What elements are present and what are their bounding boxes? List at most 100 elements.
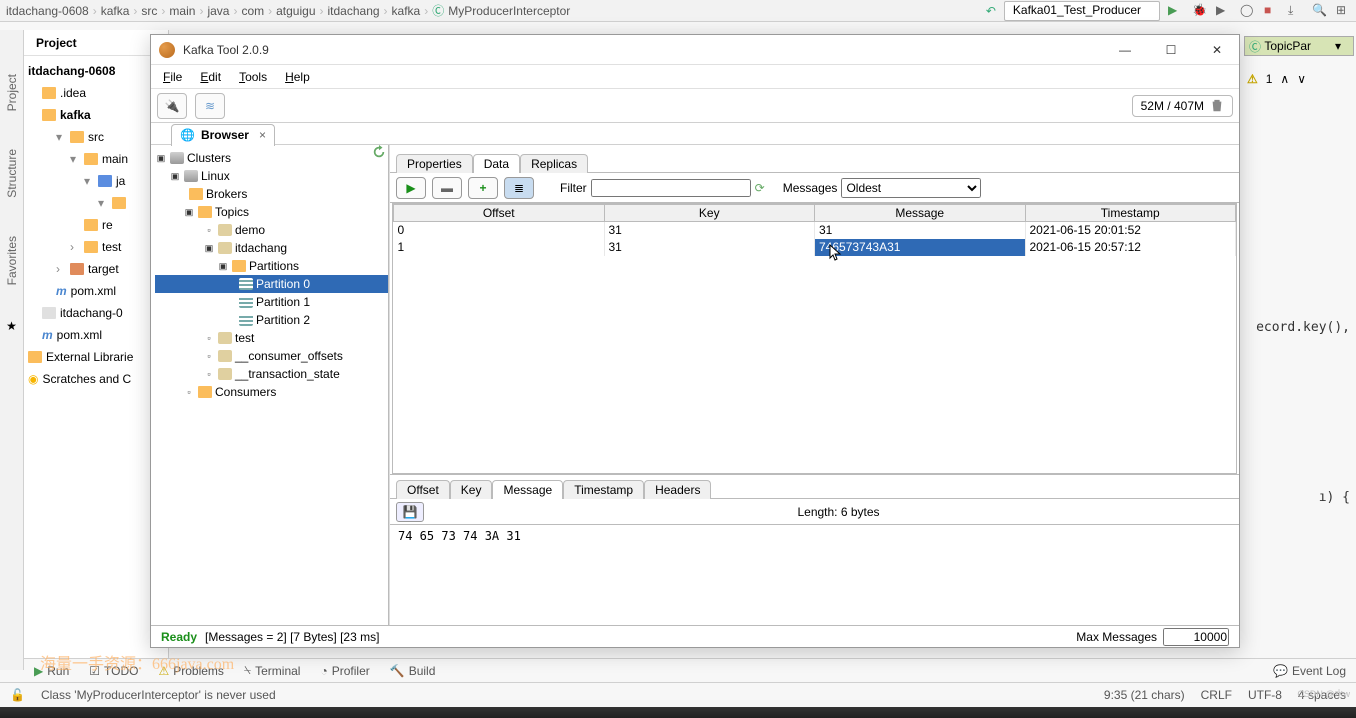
event-log[interactable]: 💬Event Log xyxy=(1273,664,1346,678)
run-icon[interactable]: ▶ xyxy=(1168,3,1184,19)
next-highlight-icon[interactable]: ∨ xyxy=(1297,72,1306,86)
tree-item-iml[interactable]: itdachang-0 xyxy=(60,306,123,320)
minimize-button[interactable]: — xyxy=(1111,43,1139,57)
structure-tab[interactable]: Structure xyxy=(3,145,21,202)
pause-button[interactable]: ▬ xyxy=(432,177,462,199)
tree-item-test[interactable]: test xyxy=(102,240,121,254)
profiler-tool[interactable]: ◔Profiler xyxy=(320,664,369,678)
line-sep[interactable]: CRLF xyxy=(1201,688,1232,702)
tree-item-main[interactable]: main xyxy=(102,152,128,166)
tree-item-idea[interactable]: .idea xyxy=(60,86,86,100)
back-icon[interactable]: ↶ xyxy=(986,4,996,18)
tree-consumers[interactable]: Consumers xyxy=(215,385,276,399)
filter-apply-icon[interactable]: ⟳ xyxy=(755,181,765,195)
folder-icon xyxy=(112,197,126,209)
tab-replicas[interactable]: Replicas xyxy=(520,154,588,173)
col-message[interactable]: Message xyxy=(815,205,1026,222)
tab-properties[interactable]: Properties xyxy=(396,154,473,173)
prev-highlight-icon[interactable]: ∧ xyxy=(1280,72,1289,86)
col-timestamp[interactable]: Timestamp xyxy=(1025,205,1236,222)
project-header[interactable]: Project ▾ xyxy=(24,30,168,56)
lock-icon[interactable]: 🔓 xyxy=(10,688,25,702)
profile-icon[interactable]: ◯ xyxy=(1240,3,1256,19)
tree-topics[interactable]: Topics xyxy=(215,205,249,219)
project-root[interactable]: itdachang-0608 xyxy=(28,64,115,78)
inspection-widget[interactable]: ⚠1 ∧ ∨ xyxy=(1247,72,1306,86)
terminal-tool[interactable]: ⍀Terminal xyxy=(244,663,301,678)
tree-item-pom-root[interactable]: pom.xml xyxy=(57,328,102,342)
tree-partition-2[interactable]: Partition 2 xyxy=(155,311,388,329)
tree-partition-0[interactable]: Partition 0 xyxy=(155,275,388,293)
tree-linux[interactable]: Linux xyxy=(201,169,230,183)
tree-topic-transaction-state[interactable]: __transaction_state xyxy=(235,367,340,381)
refresh-icon[interactable] xyxy=(372,145,386,159)
tree-brokers[interactable]: Brokers xyxy=(206,187,247,201)
script-button[interactable]: ≋ xyxy=(195,93,225,119)
caret-position[interactable]: 9:35 (21 chars) xyxy=(1104,688,1185,702)
editor-tab-topicpartition[interactable]: Ⓒ TopicPar ▾ xyxy=(1244,36,1354,56)
menu-edit[interactable]: Edit xyxy=(192,68,229,86)
detail-tab-key[interactable]: Key xyxy=(450,480,493,499)
topic-icon xyxy=(218,350,232,362)
build-tool[interactable]: 🔨Build xyxy=(390,664,436,678)
tree-topic-demo[interactable]: demo xyxy=(235,223,265,237)
topic-icon xyxy=(218,368,232,380)
taskbar[interactable] xyxy=(0,707,1356,718)
tree-item-external-libraries[interactable]: External Librarie xyxy=(46,350,133,364)
messages-select[interactable]: Oldest xyxy=(841,178,981,198)
menu-tools[interactable]: Tools xyxy=(231,68,275,86)
messages-table[interactable]: Offset Key Message Timestamp 031312021-0… xyxy=(392,203,1237,474)
tree-item-target[interactable]: target xyxy=(88,262,119,276)
save-button[interactable]: 💾 xyxy=(396,502,424,522)
settings-icon[interactable]: ⊞ xyxy=(1336,3,1352,19)
max-messages-input[interactable] xyxy=(1163,628,1229,646)
favorites-tab[interactable]: Favorites xyxy=(3,232,21,289)
tree-partitions[interactable]: Partitions xyxy=(249,259,299,273)
close-tab-icon[interactable]: × xyxy=(259,128,266,142)
tree-item-pom[interactable]: pom.xml xyxy=(71,284,116,298)
bookmark-icon[interactable]: ★ xyxy=(6,319,17,333)
project-tab[interactable]: Project xyxy=(3,70,21,115)
maximize-button[interactable]: ☐ xyxy=(1157,43,1185,57)
close-button[interactable]: ✕ xyxy=(1203,43,1231,57)
tree-item-kafka[interactable]: kafka xyxy=(60,108,91,122)
detail-tab-headers[interactable]: Headers xyxy=(644,480,711,499)
tree-topic-consumer-offsets[interactable]: __consumer_offsets xyxy=(235,349,343,363)
stop-icon[interactable]: ■ xyxy=(1264,3,1280,19)
tree-clusters[interactable]: Clusters xyxy=(187,151,231,165)
tree-item-resources[interactable]: re xyxy=(102,218,113,232)
tree-topic-itdachang[interactable]: itdachang xyxy=(235,241,287,255)
hex-view[interactable]: 74 65 73 74 3A 31 xyxy=(390,525,1239,625)
col-key[interactable]: Key xyxy=(604,205,815,222)
encoding[interactable]: UTF-8 xyxy=(1248,688,1282,702)
table-row[interactable]: 131746573743A312021-06-15 20:57:12 xyxy=(394,239,1236,256)
browser-tab[interactable]: 🌐 Browser × xyxy=(171,124,275,146)
table-row[interactable]: 031312021-06-15 20:01:52 xyxy=(394,222,1236,239)
menu-help[interactable]: Help xyxy=(277,68,318,86)
menu-file[interactable]: File xyxy=(155,68,190,86)
detail-tab-offset[interactable]: Offset xyxy=(396,480,450,499)
git-icon[interactable]: ⤓ xyxy=(1288,3,1304,19)
tab-data[interactable]: Data xyxy=(473,154,520,173)
tree-item-src[interactable]: src xyxy=(88,130,104,144)
cluster-tree[interactable]: ▣Clusters ▣Linux Brokers ▣Topics ▫demo ▣… xyxy=(151,145,389,625)
col-offset[interactable]: Offset xyxy=(394,205,605,222)
view-button[interactable]: ≣ xyxy=(504,177,534,199)
titlebar[interactable]: Kafka Tool 2.0.9 — ☐ ✕ xyxy=(151,35,1239,65)
tree-topic-test[interactable]: test xyxy=(235,331,254,345)
tree-item-java[interactable]: ja xyxy=(116,174,125,188)
detail-tab-timestamp[interactable]: Timestamp xyxy=(563,480,644,499)
search-icon[interactable]: 🔍 xyxy=(1312,3,1328,19)
connect-button[interactable]: 🔌 xyxy=(157,93,187,119)
play-button[interactable]: ▶ xyxy=(396,177,426,199)
coverage-icon[interactable]: ▶ xyxy=(1216,3,1232,19)
trash-icon[interactable] xyxy=(1210,99,1224,113)
detail-tab-message[interactable]: Message xyxy=(492,480,563,499)
tree-partition-1[interactable]: Partition 1 xyxy=(155,293,388,311)
add-button[interactable]: + xyxy=(468,177,498,199)
debug-icon[interactable]: 🐞 xyxy=(1192,3,1208,19)
memory-indicator[interactable]: 52M / 407M xyxy=(1132,95,1233,117)
run-config-combo[interactable]: Kafka01_Test_Producer xyxy=(1004,1,1160,21)
filter-input[interactable] xyxy=(591,179,751,197)
tree-item-scratches[interactable]: Scratches and C xyxy=(42,372,131,386)
